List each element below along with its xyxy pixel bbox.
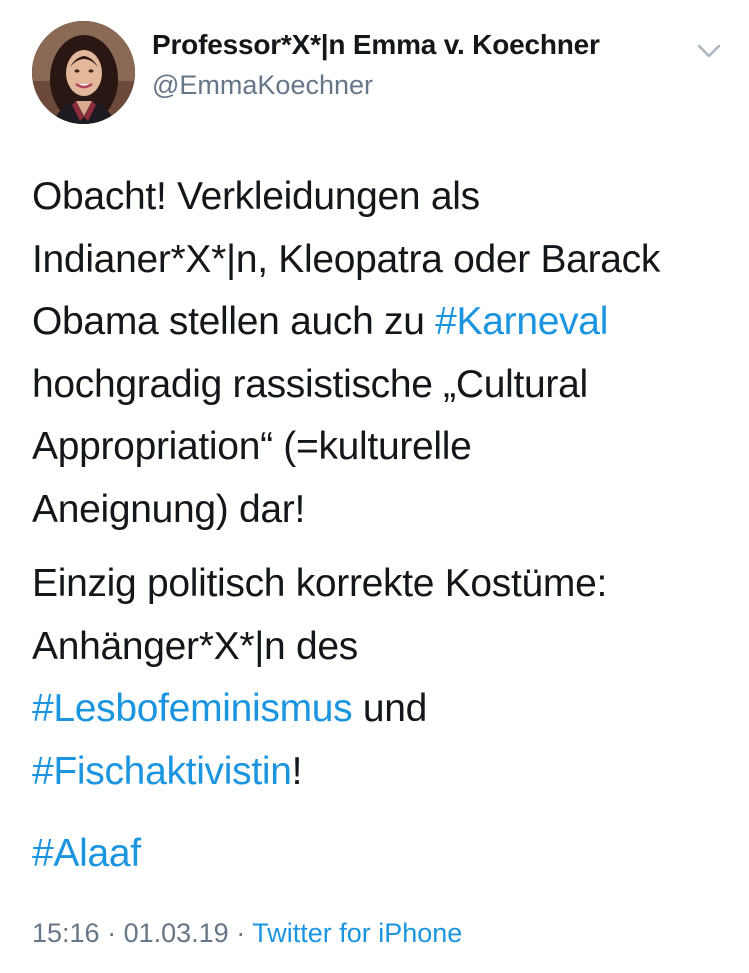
tweet-line: Einzig politisch korrekte Kostüme: — [32, 562, 608, 605]
tweet-source-link[interactable]: Twitter for iPhone — [252, 918, 462, 948]
tweet-line: und — [352, 687, 428, 730]
tweet-paragraph-3: #Alaaf — [32, 823, 722, 886]
tweet-line: hochgradig rassistische „Cultural — [32, 362, 588, 406]
tweet-header: Professor*X*|n Emma v. Koechner @EmmaKoe… — [0, 0, 749, 140]
meta-separator: · — [99, 918, 124, 948]
profile-photo — [32, 21, 135, 124]
tweet-line: Anhänger*X*|n des — [32, 624, 358, 668]
hashtag-alaaf-link[interactable]: #Alaaf — [32, 832, 141, 875]
author-display-name[interactable]: Professor*X*|n Emma v. Koechner — [152, 29, 600, 61]
hashtag-karneval-link[interactable]: #Karneval — [435, 300, 608, 343]
tweet-text: Obacht! Verkleidungen als Indianer*X*|n,… — [32, 166, 722, 886]
tweet-line: Appropriation“ (=kulturelle — [32, 425, 472, 468]
tweet-line: Aneignung) dar! — [32, 487, 306, 531]
avatar[interactable] — [32, 21, 135, 124]
tweet-line: Obacht! Verkleidungen als — [32, 175, 480, 218]
author-handle[interactable]: @EmmaKoechner — [152, 70, 373, 101]
tweet-line: Indianer*X*|n, Kleopatra oder Barack — [32, 237, 661, 281]
tweet-time[interactable]: 15:16 — [32, 918, 100, 948]
tweet-date[interactable]: 01.03.19 — [124, 918, 229, 948]
tweet-line: ! — [291, 749, 303, 793]
tweet-paragraph-1: Obacht! Verkleidungen als Indianer*X*|n,… — [32, 166, 722, 541]
tweet-meta: 15:16 · 01.03.19 · Twitter for iPhone — [32, 918, 462, 949]
tweet-paragraph-2: Einzig politisch korrekte Kostüme: Anhän… — [32, 553, 722, 803]
chevron-down-icon[interactable] — [692, 38, 726, 64]
hashtag-lesbofeminismus-link[interactable]: #Lesbofeminismus — [32, 687, 353, 730]
tweet-line: Obama stellen auch zu — [32, 300, 436, 343]
hashtag-fischaktivistin-link[interactable]: #Fischaktivistin — [32, 750, 292, 793]
meta-separator: · — [228, 918, 253, 948]
